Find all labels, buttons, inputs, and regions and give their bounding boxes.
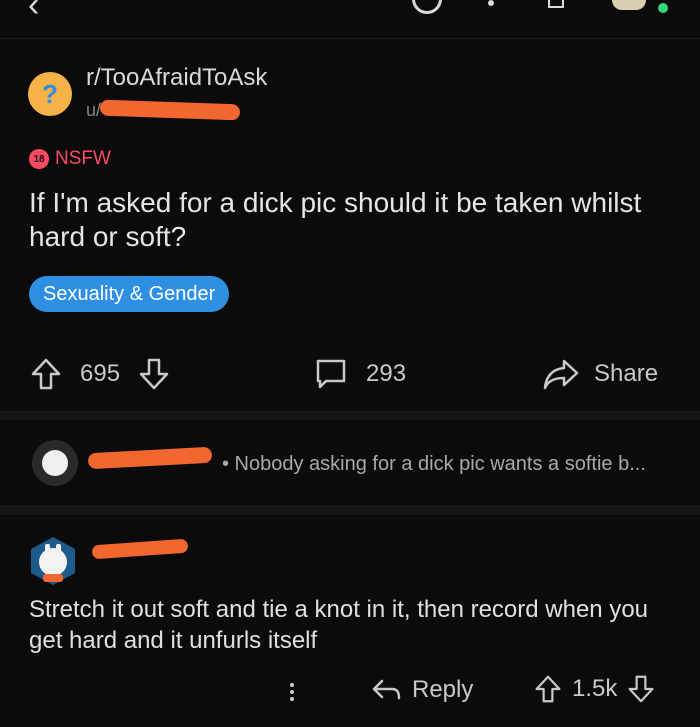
more-icon[interactable] — [488, 0, 494, 6]
upvote-icon[interactable] — [534, 674, 562, 704]
post-vote-count: 695 — [80, 360, 121, 387]
vote-group: 695 — [30, 357, 170, 391]
nsfw-tag: 18 NSFW — [29, 148, 111, 170]
reply-label: Reply — [412, 676, 474, 703]
subreddit-icon[interactable]: ? — [28, 72, 72, 116]
reply-button[interactable]: Reply — [372, 676, 473, 704]
sort-icon[interactable] — [548, 0, 564, 8]
separator — [0, 505, 700, 515]
nsfw-badge: 18 — [29, 149, 49, 169]
top-bar: ‹ — [0, 0, 700, 39]
separator — [0, 411, 700, 420]
commenter-avatar[interactable] — [32, 440, 78, 486]
share-label: Share — [594, 360, 659, 387]
comment-vote-group: 1.5k — [534, 674, 655, 704]
downvote-icon[interactable] — [627, 674, 655, 704]
subreddit-name[interactable]: r/TooAfraidToAsk — [86, 64, 267, 92]
user-avatar[interactable] — [612, 0, 646, 10]
nsfw-label: NSFW — [55, 148, 111, 169]
more-options-icon[interactable] — [290, 680, 296, 704]
comment-body: Stretch it out soft and tie a knot in it… — [29, 596, 649, 654]
post-actions: 695 293 Share — [0, 355, 700, 399]
search-icon[interactable] — [412, 0, 442, 14]
share-button[interactable]: Share — [542, 357, 658, 391]
comments-button[interactable]: 293 — [314, 357, 406, 391]
reply-icon — [372, 679, 401, 700]
share-icon — [543, 359, 579, 390]
back-icon[interactable]: ‹ — [28, 0, 39, 25]
comment-count: 293 — [366, 360, 407, 387]
flair-badge[interactable]: Sexuality & Gender — [29, 276, 230, 312]
downvote-icon[interactable] — [138, 357, 170, 391]
upvote-icon[interactable] — [30, 357, 62, 391]
post-title[interactable]: If I'm asked for a dick pic should it be… — [29, 186, 669, 254]
comment-preview[interactable]: • Nobody asking for a dick pic wants a s… — [222, 453, 646, 476]
comment-icon — [316, 359, 346, 389]
comment-vote-count: 1.5k — [572, 675, 618, 702]
online-indicator — [658, 3, 668, 13]
commenter-avatar[interactable] — [28, 536, 78, 586]
